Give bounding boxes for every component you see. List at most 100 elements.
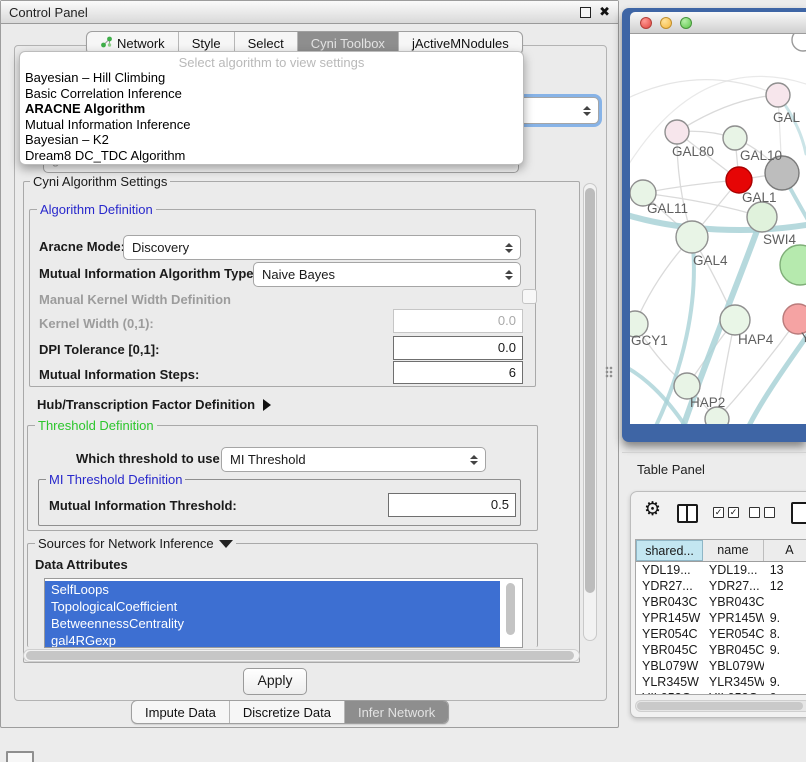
mi-algorithm-type-combo[interactable]: Naive Bayes	[253, 262, 521, 287]
apply-button[interactable]: Apply	[243, 668, 307, 695]
column-header-name[interactable]: name	[703, 540, 764, 561]
collapsed-arrow-icon	[263, 399, 271, 411]
deselect-all-checkbox-icon[interactable]	[749, 507, 775, 518]
table-row[interactable]: YPR145WYPR145W9.	[636, 610, 806, 626]
tab-impute-data[interactable]: Impute Data	[132, 701, 229, 723]
close-icon[interactable]: ✖	[599, 7, 610, 17]
manual-kernel-checkbox[interactable]	[522, 289, 537, 304]
manual-kernel-width-label: Manual Kernel Width Definition	[39, 292, 231, 307]
tab-label: Impute Data	[145, 705, 216, 720]
network-node[interactable]	[676, 221, 708, 253]
combo-stepper-icon	[583, 106, 591, 116]
sources-group-title[interactable]: Sources for Network Inference	[35, 536, 236, 551]
algorithm-option[interactable]: Basic Correlation Inference	[20, 86, 523, 102]
select-all-checkbox-icon[interactable]: ✓✓	[713, 507, 739, 518]
zoom-traffic-light-icon[interactable]	[680, 17, 692, 29]
table-horizontal-scrollbar[interactable]	[635, 700, 806, 712]
aracne-mode-combo[interactable]: Discovery	[123, 235, 521, 260]
table-row[interactable]: YDR27...YDR27...12	[636, 578, 806, 594]
close-traffic-light-icon[interactable]	[640, 17, 652, 29]
table-panel-window: ⚙ ✓✓ shared...nameA YDL19...YDL19...13YD…	[630, 491, 806, 718]
attribute-list-item[interactable]: TopologicalCoefficient	[45, 598, 500, 615]
float-window-icon[interactable]	[580, 7, 591, 18]
network-node-label: GAL80	[672, 144, 714, 159]
network-graph[interactable]: GALGAL80GAL10GAL1GAL11SWI4GAL4GCY1HAP4YH…	[630, 34, 806, 424]
table-row[interactable]: YER054CYER054C8.	[636, 626, 806, 642]
tab-label: Select	[248, 36, 284, 51]
dpi-tolerance-field[interactable]: 0.0	[393, 336, 523, 360]
settings-vertical-scrollbar[interactable]	[583, 183, 597, 641]
network-node[interactable]	[747, 202, 777, 232]
table-row[interactable]: YDL19...YDL19...13	[636, 562, 806, 578]
column-header-shared[interactable]: shared...	[636, 540, 703, 561]
network-edge[interactable]	[643, 180, 739, 193]
algorithm-option[interactable]: Bayesian – K2	[20, 132, 523, 148]
settings-horizontal-scrollbar[interactable]	[23, 649, 580, 662]
algorithm-option[interactable]: ARACNE Algorithm	[20, 101, 523, 117]
table-cell: 9	[764, 690, 806, 695]
network-node[interactable]	[720, 305, 750, 335]
network-edge[interactable]	[630, 214, 806, 230]
kernel-width-field[interactable]: 0.0	[393, 309, 523, 333]
table-cell: YDL19...	[636, 562, 703, 578]
scrollbar-thumb[interactable]	[585, 188, 595, 593]
tab-infer-network[interactable]: Infer Network	[344, 701, 448, 723]
control-panel-titlebar[interactable]: Control Panel ✖	[1, 1, 618, 24]
network-node[interactable]	[780, 245, 806, 285]
cyni-bottom-tabs: Impute Data Discretize Data Infer Network	[131, 700, 449, 724]
algorithm-option-list: Bayesian – Hill ClimbingBasic Correlatio…	[20, 70, 523, 164]
column-layout-icon[interactable]	[677, 504, 698, 523]
table-row[interactable]: YBL079WYBL079W	[636, 658, 806, 674]
list-scrollbar-thumb[interactable]	[506, 583, 515, 635]
attribute-list-item[interactable]: SelfLoops	[45, 581, 500, 598]
network-canvas[interactable]: GALGAL80GAL10GAL1GAL11SWI4GAL4GCY1HAP4YH…	[630, 34, 806, 424]
unchecked-box-icon	[749, 507, 760, 518]
algorithm-definition-title: Algorithm Definition	[37, 202, 156, 217]
document-icon[interactable]	[791, 502, 806, 524]
hub-section-toggle[interactable]: Hub/Transcription Factor Definition	[37, 397, 271, 412]
network-node[interactable]	[665, 120, 689, 144]
table-row[interactable]: YBR045CYBR045C9.	[636, 642, 806, 658]
tab-label: jActiveMNodules	[412, 36, 509, 51]
table-cell: 8.	[764, 626, 806, 642]
table-panel-header: Table Panel	[622, 452, 806, 486]
table-panel-title: Table Panel	[637, 462, 705, 477]
expanded-arrow-icon	[219, 540, 233, 548]
tab-discretize-data[interactable]: Discretize Data	[229, 701, 344, 723]
network-node[interactable]	[766, 83, 790, 107]
network-node-label: SWI4	[763, 232, 796, 247]
combo-stepper-icon	[470, 455, 478, 465]
network-node[interactable]	[792, 34, 806, 51]
algorithm-option[interactable]: Dream8 DC_TDC Algorithm	[20, 148, 523, 164]
attribute-list-item[interactable]: BetweennessCentrality	[45, 615, 500, 632]
network-node[interactable]	[723, 126, 747, 150]
minimized-panel-icon[interactable]	[6, 751, 34, 762]
network-window-titlebar[interactable]	[630, 12, 806, 34]
network-node-label: HAP4	[738, 332, 774, 347]
mi-steps-field[interactable]: 6	[393, 361, 523, 384]
scrollbar-thumb[interactable]	[637, 702, 803, 710]
table-cell: YDR27...	[636, 578, 703, 594]
panel-splitter-grip[interactable]	[605, 366, 613, 378]
settings-gear-icon[interactable]: ⚙	[644, 500, 661, 520]
algorithm-option[interactable]: Bayesian – Hill Climbing	[20, 70, 523, 86]
attribute-list-item[interactable]: gal4RGexp	[45, 632, 500, 648]
which-threshold-combo[interactable]: MI Threshold	[221, 447, 486, 472]
column-header-A[interactable]: A	[764, 540, 806, 561]
which-threshold-label: Which threshold to use:	[76, 451, 224, 466]
table-cell: 9.	[764, 610, 806, 626]
scrollbar-thumb[interactable]	[26, 651, 574, 660]
tab-label: Discretize Data	[243, 705, 331, 720]
mi-threshold-field[interactable]: 0.5	[388, 493, 516, 517]
algorithm-option[interactable]: Mutual Information Inference	[20, 117, 523, 133]
network-edge[interactable]	[677, 95, 778, 132]
table-cell: YLR345W	[703, 674, 764, 690]
table-row[interactable]: YBR043CYBR043C	[636, 594, 806, 610]
network-icon	[100, 36, 113, 51]
table-body: YDL19...YDL19...13YDR27...YDR27...12YBR0…	[636, 562, 806, 695]
panel-title: Control Panel	[9, 5, 88, 20]
table-row[interactable]: YLR345WYLR345W9.	[636, 674, 806, 690]
table-row[interactable]: YIL052CYIL052C9	[636, 690, 806, 695]
table-cell: YBL079W	[636, 658, 703, 674]
minimize-traffic-light-icon[interactable]	[660, 17, 672, 29]
